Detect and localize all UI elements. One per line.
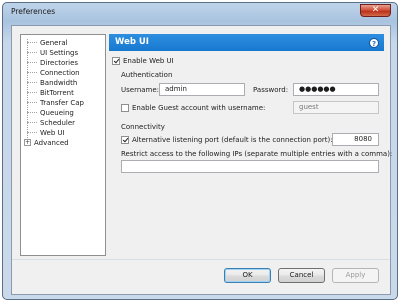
sidebar-item-label: Transfer Cap xyxy=(40,98,84,107)
connectivity-heading: Connectivity xyxy=(121,123,165,131)
page-title: Web UI xyxy=(115,37,149,47)
preferences-window: Preferences ✕ General UI Settings Direct… xyxy=(2,2,398,300)
sidebar-item-label: Directories xyxy=(40,58,79,67)
sidebar-item-label: Connection xyxy=(40,68,80,77)
sidebar-item-label: Advanced xyxy=(34,138,69,147)
expand-icon[interactable]: + xyxy=(24,139,31,146)
category-tree[interactable]: General UI Settings Directories Connecti… xyxy=(20,34,106,256)
password-label: Password: xyxy=(253,86,289,94)
alternative-port-checkbox[interactable] xyxy=(121,136,129,144)
restrict-ips-field[interactable] xyxy=(121,160,379,173)
sidebar-item-advanced[interactable]: + Advanced xyxy=(21,137,70,148)
sidebar-item-label: Queueing xyxy=(40,108,74,117)
sidebar-item-label: BitTorrent xyxy=(40,88,74,97)
cancel-button[interactable]: Cancel xyxy=(278,268,325,283)
restrict-ips-label: Restrict access to the following IPs (se… xyxy=(121,150,393,158)
guest-account-label: Enable Guest account with username: xyxy=(132,104,266,112)
username-field[interactable]: admin xyxy=(159,83,245,96)
enable-web-ui-label: Enable Web UI xyxy=(123,57,174,65)
panel-header: Web UI ? xyxy=(109,34,384,51)
web-ui-panel: Web UI ? Enable Web UI Authentication Us… xyxy=(109,34,392,256)
enable-web-ui-checkbox[interactable] xyxy=(112,57,120,65)
authentication-heading: Authentication xyxy=(121,71,173,79)
footer-divider xyxy=(12,259,390,260)
title-bar[interactable]: Preferences ✕ xyxy=(3,3,397,21)
sidebar-item-label: General xyxy=(40,38,68,47)
sidebar-item-label: Scheduler xyxy=(40,118,76,127)
close-button[interactable]: ✕ xyxy=(360,4,391,17)
guest-account-checkbox[interactable] xyxy=(121,104,129,112)
window-title: Preferences xyxy=(11,7,56,16)
sidebar-item-label: Bandwidth xyxy=(40,78,78,87)
guest-username-field[interactable]: guest xyxy=(293,101,379,114)
ok-button[interactable]: OK xyxy=(224,268,271,283)
dialog-client-area: General UI Settings Directories Connecti… xyxy=(11,25,392,295)
help-icon[interactable]: ? xyxy=(369,38,379,48)
sidebar-item-label: UI Settings xyxy=(40,48,79,57)
alternative-port-label: Alternative listening port (default is t… xyxy=(132,136,333,144)
username-label: Username: xyxy=(121,86,160,94)
apply-button[interactable]: Apply xyxy=(332,268,379,283)
port-field[interactable]: 8080 xyxy=(332,133,379,146)
close-icon: ✕ xyxy=(371,5,380,15)
sidebar-item-label: Web UI xyxy=(40,128,65,137)
password-field[interactable]: ●●●●●● xyxy=(293,83,379,96)
